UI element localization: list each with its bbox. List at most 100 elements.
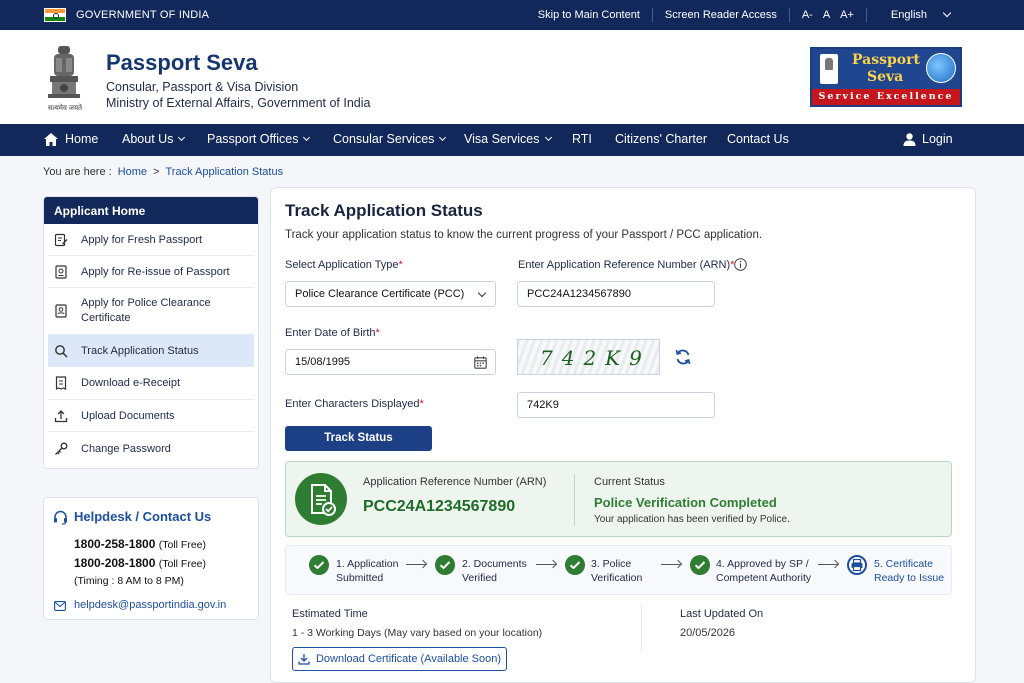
nav-passport-offices[interactable]: Passport Offices	[207, 132, 311, 146]
helpdesk-timing: (Timing : 8 AM to 8 PM)	[74, 575, 184, 587]
arn-input[interactable]: PCC24A1234567890	[517, 281, 715, 307]
sidebar-item-track-status[interactable]: Track Application Status	[48, 335, 254, 367]
required-marker: *	[375, 327, 380, 339]
site-title[interactable]: Passport Seva	[106, 50, 258, 76]
nav-citizens-charter[interactable]: Citizens' Charter	[615, 132, 707, 146]
phone-note: (Toll Free)	[158, 558, 207, 570]
current-status-value: Police Verification Completed	[594, 495, 777, 510]
step-line1: 3. Police	[591, 558, 632, 570]
captcha-image: 742K9	[517, 339, 660, 375]
label-text: Enter Application Reference Number (ARN)	[518, 259, 731, 271]
chevron-down-icon	[439, 133, 447, 141]
printer-icon	[847, 555, 867, 575]
arrow-right-icon	[406, 564, 426, 565]
estimated-time-value: 1 - 3 Working Days (May vary based on yo…	[292, 627, 543, 639]
passport-seva-logo[interactable]: Passport Seva Service Excellence	[810, 47, 962, 107]
font-increase-button[interactable]: A+	[835, 9, 866, 21]
select-value: Police Clearance Certificate (PCC)	[295, 288, 465, 300]
step-line1: 5. Certificate	[874, 558, 933, 570]
info-icon[interactable]	[734, 258, 747, 271]
page-description: Track your application status to know th…	[285, 229, 763, 241]
logo-text-line2: Seva	[867, 69, 904, 85]
globe-icon	[926, 53, 956, 83]
nav-charter-label: Citizens' Charter	[615, 132, 707, 146]
sidebar-item-police-clearance[interactable]: Apply for Police Clearance Certificate	[48, 288, 254, 335]
captcha-input[interactable]: 742K9	[517, 392, 715, 418]
dob-input[interactable]: 15/08/1995	[285, 349, 496, 375]
label-text: Enter Characters Displayed	[285, 398, 420, 410]
step-line1: 4. Approved by SP /	[716, 558, 809, 570]
user-icon	[903, 132, 916, 146]
status-summary: Application Reference Number (ARN) PCC24…	[285, 461, 952, 537]
site-subtitle: Consular, Passport & Visa Division	[106, 80, 299, 94]
step-certificate-ready: 5. Certificate Ready to Issue	[874, 557, 944, 585]
estimated-time-label: Estimated Time	[292, 608, 368, 620]
nav-rti[interactable]: RTI	[572, 132, 592, 146]
step-line1: 1. Application	[336, 558, 399, 570]
government-topbar: GOVERNMENT OF INDIA Skip to Main Content…	[0, 0, 1024, 30]
headset-icon	[54, 510, 67, 525]
nav-consular-services[interactable]: Consular Services	[333, 132, 447, 146]
status-arn-value: PCC24A1234567890	[363, 498, 516, 515]
logo-text-line1: Passport	[852, 52, 920, 68]
helpdesk-phone1[interactable]: 1800-258-1800 (Toll Free)	[74, 537, 206, 551]
nav-contact[interactable]: Contact Us	[727, 132, 789, 146]
emblem-caption: सत्यमेव जयते	[47, 105, 83, 112]
sidebar-item-change-password[interactable]: Change Password	[48, 432, 254, 465]
sidebar-title: Applicant Home	[44, 197, 258, 224]
sidebar-item-fresh-passport[interactable]: Apply for Fresh Passport	[48, 225, 254, 256]
nav-home[interactable]: Home	[44, 132, 98, 146]
breadcrumb-current[interactable]: Track Application Status	[165, 166, 283, 178]
nav-rti-label: RTI	[572, 132, 592, 146]
check-circle-icon	[690, 555, 710, 575]
nav-visa-services[interactable]: Visa Services	[464, 132, 552, 146]
india-flag-icon	[44, 8, 66, 22]
nav-about-label: About Us	[122, 132, 174, 146]
track-status-button[interactable]: Track Status	[285, 426, 432, 451]
document-icon	[55, 264, 67, 279]
helpdesk-phone2[interactable]: 1800-208-1800 (Toll Free)	[74, 556, 206, 570]
sidebar-item-reissue-passport[interactable]: Apply for Re-issue of Passport	[48, 256, 254, 288]
arrow-right-icon	[818, 564, 838, 565]
last-updated-label: Last Updated On	[680, 608, 764, 620]
helpdesk-title: Helpdesk / Contact Us	[74, 509, 212, 524]
sidebar-item-label: Upload Documents	[81, 409, 175, 422]
font-normal-button[interactable]: A	[818, 9, 835, 21]
refresh-captcha-icon[interactable]	[674, 348, 692, 366]
font-decrease-button[interactable]: A-	[790, 9, 818, 21]
download-button-label: Download Certificate (Available Soon)	[315, 653, 502, 665]
application-type-select[interactable]: Police Clearance Certificate (PCC)	[285, 281, 496, 307]
site-ministry: Ministry of External Affairs, Government…	[106, 96, 371, 110]
calendar-icon[interactable]	[474, 356, 487, 369]
step-line2: Verified	[462, 572, 498, 584]
nav-offices-label: Passport Offices	[207, 132, 299, 146]
nav-consular-label: Consular Services	[333, 132, 435, 146]
label-text: Select Application Type	[285, 259, 399, 271]
input-value: PCC24A1234567890	[527, 288, 631, 300]
arn-label: Enter Application Reference Number (ARN)…	[518, 259, 734, 271]
applicant-sidebar: Applicant Home Apply for Fresh Passport …	[43, 196, 259, 469]
sidebar-item-label: Download e-Receipt	[81, 377, 181, 389]
language-select[interactable]: English	[867, 8, 962, 21]
key-icon	[55, 442, 68, 455]
step-line2: Submitted	[336, 572, 384, 584]
required-marker: *	[398, 259, 403, 271]
screen-reader-link[interactable]: Screen Reader Access	[653, 9, 789, 21]
helpdesk-email-link[interactable]: helpdesk@passportindia.gov.in	[74, 599, 226, 611]
dob-label: Enter Date of Birth*	[285, 327, 380, 339]
sidebar-item-upload-documents[interactable]: Upload Documents	[48, 400, 254, 432]
phone-number: 1800-258-1800	[74, 537, 156, 551]
sidebar-item-download-receipt[interactable]: Download e-Receipt	[48, 367, 254, 400]
sidebar-item-label: Track Application Status	[81, 345, 199, 357]
download-certificate-button[interactable]: Download Certificate (Available Soon)	[292, 647, 507, 671]
certificate-icon	[295, 473, 347, 525]
nav-about[interactable]: About Us	[122, 132, 186, 146]
nav-login[interactable]: Login	[903, 132, 953, 146]
nav-contact-label: Contact Us	[727, 132, 789, 146]
home-icon	[44, 132, 58, 146]
skip-to-main-link[interactable]: Skip to Main Content	[526, 9, 652, 21]
breadcrumb-home-link[interactable]: Home	[118, 166, 147, 178]
government-label: GOVERNMENT OF INDIA	[76, 9, 210, 21]
arrow-right-icon	[661, 564, 681, 565]
breadcrumb-prefix: You are here :	[43, 166, 112, 178]
